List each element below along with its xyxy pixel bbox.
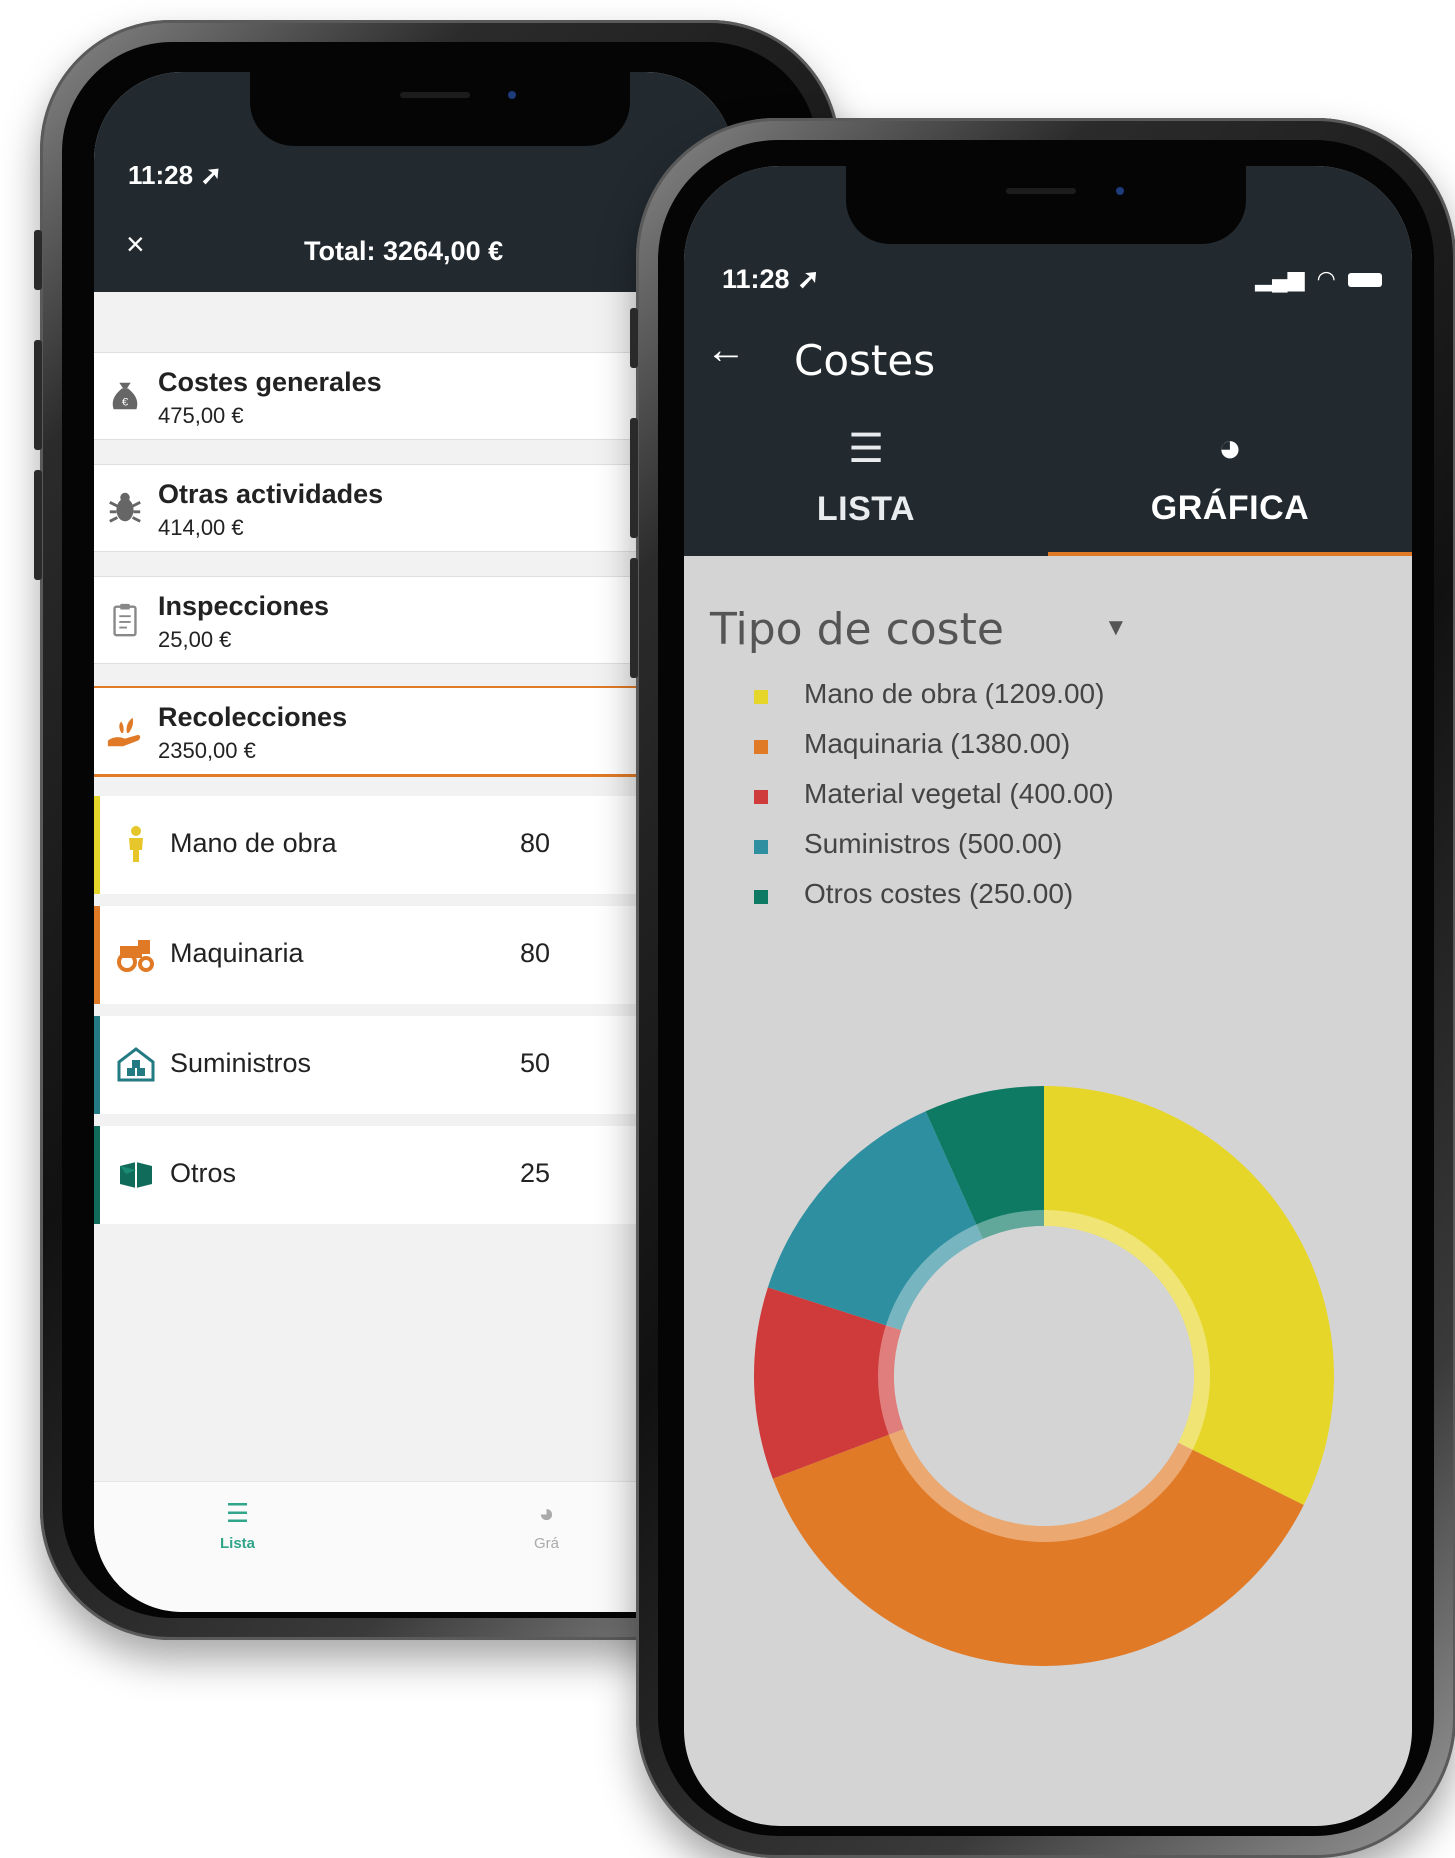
subitem-value: 80 [520, 828, 551, 858]
front-phone-screen: 11:28 ➚ ▂▄▆ ◠ ← Costes ☰ LISTA ◕ GRÁFICA… [684, 166, 1412, 1826]
volume-down-button [630, 558, 638, 678]
warehouse-icon [117, 1047, 155, 1082]
tab-lista[interactable]: ☰ Lista [220, 1498, 255, 1552]
pie-chart-icon: ◕ [1217, 426, 1243, 470]
volume-up-button [630, 418, 638, 538]
bug-icon [109, 492, 141, 523]
back-arrow-icon[interactable]: ← [706, 328, 746, 373]
tab-lista[interactable]: ☰ LISTA [684, 416, 1048, 556]
legend-swatch [754, 690, 768, 704]
status-time: 11:28 ➚ [722, 264, 820, 294]
status-time: 11:28 ➚ [128, 160, 223, 190]
legend-label: Otros costes (250.00) [804, 878, 1074, 909]
dropdown-arrow-icon[interactable]: ▼ [1104, 614, 1128, 642]
category-amount: 25,00 € [158, 627, 232, 652]
legend-label: Material vegetal (400.00) [804, 778, 1114, 809]
tab-label: GRÁFICA [1150, 489, 1310, 527]
tab-grafica[interactable]: ◕ Grá [534, 1498, 559, 1552]
mute-switch [34, 230, 42, 290]
clipboard-icon [113, 603, 137, 637]
tab-grafica[interactable]: ◕ GRÁFICA [1048, 416, 1412, 556]
tab-label: LISTA [816, 490, 916, 528]
category-name: Otras actividades [158, 479, 384, 509]
front-phone: 11:28 ➚ ▂▄▆ ◠ ← Costes ☰ LISTA ◕ GRÁFICA… [630, 118, 1455, 1858]
mute-switch [630, 308, 638, 368]
legend-swatch [754, 740, 768, 754]
legend-label: Maquinaria (1380.00) [804, 728, 1071, 759]
donut-chart [754, 1086, 1334, 1666]
money-bag-icon: € [112, 382, 138, 410]
category-amount: 2350,00 € [158, 738, 256, 763]
pie-chart-icon: ◕ [538, 1498, 555, 1528]
battery-icon [1348, 273, 1382, 288]
subitem-name: Suministros [170, 1048, 312, 1078]
page-title: Costes [794, 336, 936, 385]
volume-up-button [34, 340, 42, 450]
worker-icon [129, 826, 143, 862]
category-name: Costes generales [158, 367, 382, 397]
donut-hole [894, 1226, 1194, 1526]
speaker-grill [400, 92, 470, 98]
subitem-name: Otros [170, 1158, 237, 1188]
wifi-icon: ◠ [1316, 266, 1336, 291]
category-amount: 475,00 € [158, 403, 244, 428]
legend-label: Mano de obra (1209.00) [804, 678, 1105, 709]
list-icon: ☰ [225, 1498, 250, 1528]
subitem-value: 80 [520, 938, 551, 968]
legend-swatch [754, 840, 768, 854]
tab-label: Lista [220, 1535, 256, 1552]
subitem-name: Mano de obra [170, 828, 337, 858]
category-name: Recolecciones [158, 702, 348, 732]
front-camera [1116, 187, 1124, 195]
category-name: Inspecciones [158, 591, 330, 621]
legend-label: Suministros (500.00) [804, 828, 1063, 859]
total-label: Total: 3264,00 € [304, 236, 504, 266]
close-icon[interactable]: × [126, 226, 145, 263]
speaker-grill [1006, 188, 1076, 194]
harvest-hand-icon [107, 717, 141, 747]
active-tab-indicator [1048, 552, 1412, 556]
svg-text:€: € [122, 397, 129, 409]
tab-label: Grá [534, 1535, 560, 1552]
volume-down-button [34, 470, 42, 580]
status-icons: ▂▄▆ ◠ [1255, 266, 1382, 292]
subitem-value: 25 [520, 1158, 551, 1188]
signal-icon: ▂▄▆ [1255, 266, 1305, 291]
open-box-icon [120, 1162, 152, 1188]
subitem-value: 50 [520, 1048, 551, 1078]
phone-notch [250, 70, 630, 146]
legend-swatch [754, 790, 768, 804]
cost-type-dropdown[interactable]: Tipo de coste [710, 604, 1004, 655]
phone-notch [846, 164, 1246, 244]
tractor-icon [117, 940, 154, 972]
list-icon: ☰ [848, 427, 884, 471]
category-amount: 414,00 € [158, 515, 244, 540]
front-camera [508, 91, 516, 99]
legend-swatch [754, 890, 768, 904]
subitem-name: Maquinaria [170, 938, 304, 968]
